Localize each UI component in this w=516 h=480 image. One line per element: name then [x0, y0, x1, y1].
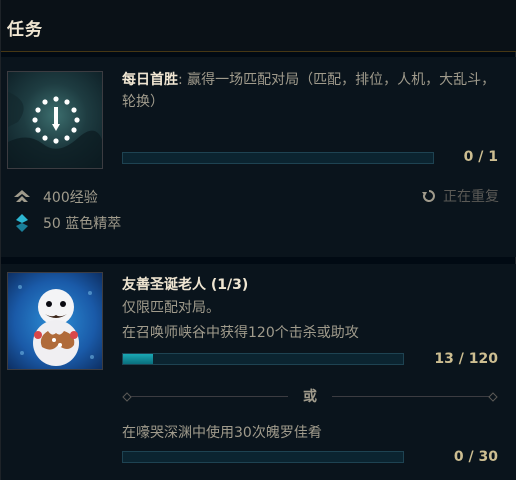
- gingerbread-snowman-icon: [7, 272, 103, 370]
- panel-title: 任务: [7, 20, 43, 40]
- reward-blue-essence: 50 蓝色精萃: [13, 213, 121, 233]
- separator-word: 或: [303, 389, 317, 405]
- objective-progress-bar: [122, 353, 404, 365]
- objective-label: 在召唤师峡谷中获得120个击杀或助攻: [122, 325, 359, 341]
- reward-label: 400经验: [43, 190, 98, 206]
- quest-title: 友善圣诞老人 (1/3): [122, 274, 248, 296]
- separator-line: [332, 396, 489, 397]
- repeat-icon: [421, 188, 437, 204]
- repeat-label: 正在重复: [443, 189, 499, 205]
- quest-card-first-win[interactable]: 每日首胜: 赢得一场匹配对局（匹配，排位，人机，大乱斗，轮换） 0 / 1 40…: [1, 57, 516, 257]
- missions-panel: 任务 每日首胜: 赢得一场匹配对局（匹配，排位，人机，大乱斗，轮换） 0 / 1: [0, 0, 516, 480]
- quest-restriction: 仅限匹配对局。: [122, 300, 220, 316]
- separator-line: [131, 396, 288, 397]
- first-win-emblem-icon: [7, 71, 103, 169]
- experience-icon: [13, 188, 31, 206]
- quest-title-text: 友善圣诞老人 (1/3): [122, 277, 249, 293]
- quest-description: : 赢得一场匹配对局（匹配，排位，人机，大乱斗，轮换）: [122, 72, 496, 110]
- objective-progress-bar: [122, 451, 404, 463]
- quest-title-line: 每日首胜: 赢得一场匹配对局（匹配，排位，人机，大乱斗，轮换）: [122, 69, 502, 113]
- diamond-ornament-icon: [122, 392, 132, 402]
- quest-progress-bar: [122, 152, 434, 164]
- quest-card-santa[interactable]: 友善圣诞老人 (1/3) 仅限匹配对局。 在召唤师峡谷中获得120个击杀或助攻 …: [1, 264, 516, 480]
- blue-essence-icon: [13, 214, 31, 232]
- or-separator: 或: [122, 386, 498, 408]
- repeat-status: 正在重复: [421, 186, 499, 206]
- reward-experience: 400经验: [13, 187, 98, 207]
- diamond-ornament-icon: [488, 392, 498, 402]
- quest-progress-count: 0 / 1: [463, 149, 498, 165]
- objective-label: 在嚎哭深渊中使用30次魄罗佳肴: [122, 425, 322, 441]
- reward-label: 50 蓝色精萃: [43, 216, 122, 232]
- objective-progress-fill: [123, 354, 154, 364]
- objective-progress-count: 0 / 30: [453, 449, 498, 465]
- panel-header: 任务: [1, 0, 516, 52]
- objective-progress-count: 13 / 120: [434, 351, 498, 367]
- quest-title: 每日首胜: [122, 72, 178, 88]
